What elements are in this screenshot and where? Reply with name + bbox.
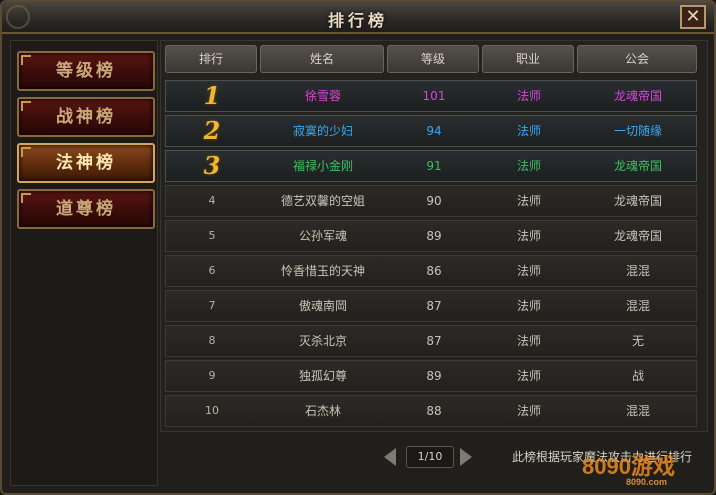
cell-rank: 10 xyxy=(205,404,219,417)
watermark-logo-suffix: 游戏 xyxy=(630,454,675,479)
cell-guild: 无 xyxy=(631,334,644,348)
cell-level: 89 xyxy=(426,229,442,243)
cell-rank: 7 xyxy=(208,299,216,312)
tab-label: 等级榜 xyxy=(56,61,116,81)
cell-class: 法师 xyxy=(516,404,541,418)
table-row[interactable]: 10 石杰林 88 法师 混混 xyxy=(165,395,697,427)
cell-rank: 9 xyxy=(208,369,216,382)
cell-rank: 8 xyxy=(208,334,216,347)
table-row[interactable]: 7 傲魂南岡 87 法师 混混 xyxy=(165,290,697,322)
cell-class: 法师 xyxy=(516,89,541,103)
cell-level: 88 xyxy=(426,404,442,418)
cell-guild: 龙魂帝国 xyxy=(613,229,662,243)
cell-rank: 5 xyxy=(208,229,216,242)
table-row[interactable]: 5 公孙军魂 89 法师 龙魂帝国 xyxy=(165,220,697,252)
watermark-logo: 8090游戏 8090.com xyxy=(582,449,704,489)
cell-level: 101 xyxy=(422,89,446,103)
cell-guild: 龙魂帝国 xyxy=(613,89,662,103)
cell-level: 87 xyxy=(426,299,442,313)
table-row[interactable]: 8 灭杀北京 87 法师 无 xyxy=(165,325,697,357)
prev-page-icon[interactable] xyxy=(384,448,396,466)
cell-class: 法师 xyxy=(516,194,541,208)
titlebar: 排行榜 ✕ xyxy=(2,2,714,34)
cell-name: 公孙军魂 xyxy=(298,229,347,243)
table-row[interactable]: 1 徐雪蓉 101 法师 龙魂帝国 xyxy=(165,80,697,112)
cell-name: 福禄小金刚 xyxy=(292,159,353,173)
cell-guild: 战 xyxy=(631,369,644,383)
header-guild: 公会 xyxy=(577,45,697,73)
cell-class: 法师 xyxy=(516,229,541,243)
cell-level: 90 xyxy=(426,194,442,208)
cell-guild: 一切随缘 xyxy=(613,124,662,138)
cell-guild: 龙魂帝国 xyxy=(613,194,662,208)
cell-level: 94 xyxy=(426,124,442,138)
cell-guild: 混混 xyxy=(625,404,650,418)
cell-class: 法师 xyxy=(516,299,541,313)
cell-class: 法师 xyxy=(516,264,541,278)
cell-rank: 3 xyxy=(203,151,221,180)
cell-level: 89 xyxy=(426,369,442,383)
header-name: 姓名 xyxy=(260,45,384,73)
cell-class: 法师 xyxy=(516,334,541,348)
cell-name: 徐雪蓉 xyxy=(304,89,341,103)
tab-label: 法神榜 xyxy=(56,153,116,173)
header-level: 等级 xyxy=(387,45,479,73)
header-rank: 排行 xyxy=(165,45,257,73)
sidebar: 等级榜 战神榜 法神榜 道尊榜 xyxy=(10,40,158,486)
page-indicator: 1/10 xyxy=(406,446,454,468)
next-page-icon[interactable] xyxy=(460,448,472,466)
tab-label: 战神榜 xyxy=(56,107,116,127)
table-row[interactable]: 9 独孤幻尊 89 法师 战 xyxy=(165,360,697,392)
cell-name: 德艺双馨的空姐 xyxy=(280,194,365,208)
cell-guild: 混混 xyxy=(625,299,650,313)
cell-name: 寂寞的少妇 xyxy=(292,124,353,138)
cell-level: 91 xyxy=(426,159,442,173)
cell-name: 怜香惜玉的天神 xyxy=(280,264,365,278)
cell-name: 傲魂南岡 xyxy=(298,299,347,313)
cell-name: 独孤幻尊 xyxy=(298,369,347,383)
header-class: 职业 xyxy=(482,45,574,73)
window-title: 排行榜 xyxy=(327,11,388,30)
tab-warrior-ranking[interactable]: 战神榜 xyxy=(17,97,155,137)
tab-label: 道尊榜 xyxy=(56,199,116,219)
tab-level-ranking[interactable]: 等级榜 xyxy=(17,51,155,91)
cell-rank: 2 xyxy=(203,116,221,145)
cell-rank: 1 xyxy=(203,81,221,110)
table-row[interactable]: 6 怜香惜玉的天神 86 法师 混混 xyxy=(165,255,697,287)
cell-rank: 6 xyxy=(208,264,216,277)
cell-guild: 混混 xyxy=(625,264,650,278)
close-button[interactable]: ✕ xyxy=(680,5,706,29)
cell-class: 法师 xyxy=(516,124,541,138)
watermark-logo-text: 8090 xyxy=(582,454,631,479)
corner-ornament-icon xyxy=(21,55,31,65)
cell-class: 法师 xyxy=(516,369,541,383)
cell-name: 石杰林 xyxy=(304,404,341,418)
table-row[interactable]: 3 福禄小金刚 91 法师 龙魂帝国 xyxy=(165,150,697,182)
table-row[interactable]: 4 德艺双馨的空姐 90 法师 龙魂帝国 xyxy=(165,185,697,217)
cell-level: 86 xyxy=(426,264,442,278)
tab-taoist-ranking[interactable]: 道尊榜 xyxy=(17,189,155,229)
corner-ornament-icon xyxy=(21,147,31,157)
cell-guild: 龙魂帝国 xyxy=(613,159,662,173)
cell-level: 87 xyxy=(426,334,442,348)
tab-mage-ranking[interactable]: 法神榜 xyxy=(17,143,155,183)
table-row[interactable]: 2 寂寞的少妇 94 法师 一切随缘 xyxy=(165,115,697,147)
corner-ornament-icon xyxy=(21,101,31,111)
watermark-sub: 8090.com xyxy=(626,477,668,487)
ranking-window: 排行榜 ✕ 等级榜 战神榜 法神榜 道尊榜 排行 姓名 等级 职业 公会 1 徐雪… xyxy=(0,0,716,495)
cell-class: 法师 xyxy=(516,159,541,173)
cell-rank: 4 xyxy=(208,194,216,207)
table-header: 排行 姓名 等级 职业 公会 xyxy=(165,45,697,75)
cell-name: 灭杀北京 xyxy=(298,334,347,348)
corner-ornament-icon xyxy=(21,193,31,203)
ranking-table: 排行 姓名 等级 职业 公会 1 徐雪蓉 101 法师 龙魂帝国 2 寂寞的少妇 94 法师 一切… xyxy=(160,40,708,432)
